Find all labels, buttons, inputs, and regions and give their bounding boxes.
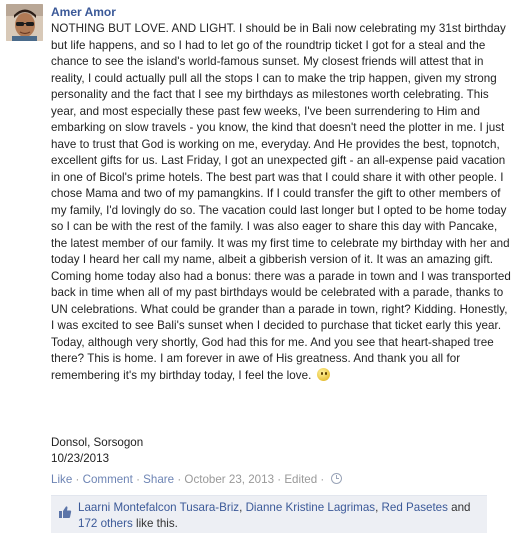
liker-name[interactable]: Dianne Kristine Lagrimas (246, 501, 376, 514)
post-author-name[interactable]: Amer Amor (51, 5, 116, 19)
likes-summary: Laarni Montefalcon Tusara-Briz, Dianne K… (51, 495, 487, 533)
action-separator: · (317, 473, 328, 486)
likes-others-link[interactable]: 172 others (78, 517, 133, 530)
comment-button[interactable]: Comment (83, 473, 133, 486)
likes-and: and (447, 501, 471, 514)
liker-name[interactable]: Red Pasetes (382, 501, 448, 514)
clock-icon[interactable] (330, 473, 342, 484)
thumbs-up-icon (59, 506, 72, 518)
avatar[interactable] (6, 4, 43, 41)
post-body-text: NOTHING BUT LOVE. AND LIGHT. I should be… (51, 22, 515, 382)
like-button[interactable]: Like (51, 473, 72, 486)
action-separator: · (132, 473, 144, 486)
post-date: 10/23/2013 (51, 452, 110, 465)
liker-name[interactable]: Laarni Montefalcon Tusara-Briz (78, 501, 239, 514)
share-button[interactable]: Share (143, 473, 174, 486)
likes-suffix: like this. (132, 516, 178, 530)
edited-link[interactable]: Edited (284, 473, 317, 486)
post-timestamp[interactable]: October 23, 2013 (184, 473, 274, 486)
likes-text: Laarni Montefalcon Tusara-Briz, Dianne K… (78, 500, 478, 531)
action-separator: · (174, 473, 185, 486)
action-separator: · (274, 473, 285, 486)
post-location: Donsol, Sorsogon (51, 436, 144, 449)
smiley-icon (316, 367, 330, 381)
post-text: NOTHING BUT LOVE. AND LIGHT. I should be… (51, 21, 511, 384)
post-action-bar: Like · Comment · Share · October 23, 201… (51, 473, 342, 487)
action-separator: · (72, 473, 83, 486)
